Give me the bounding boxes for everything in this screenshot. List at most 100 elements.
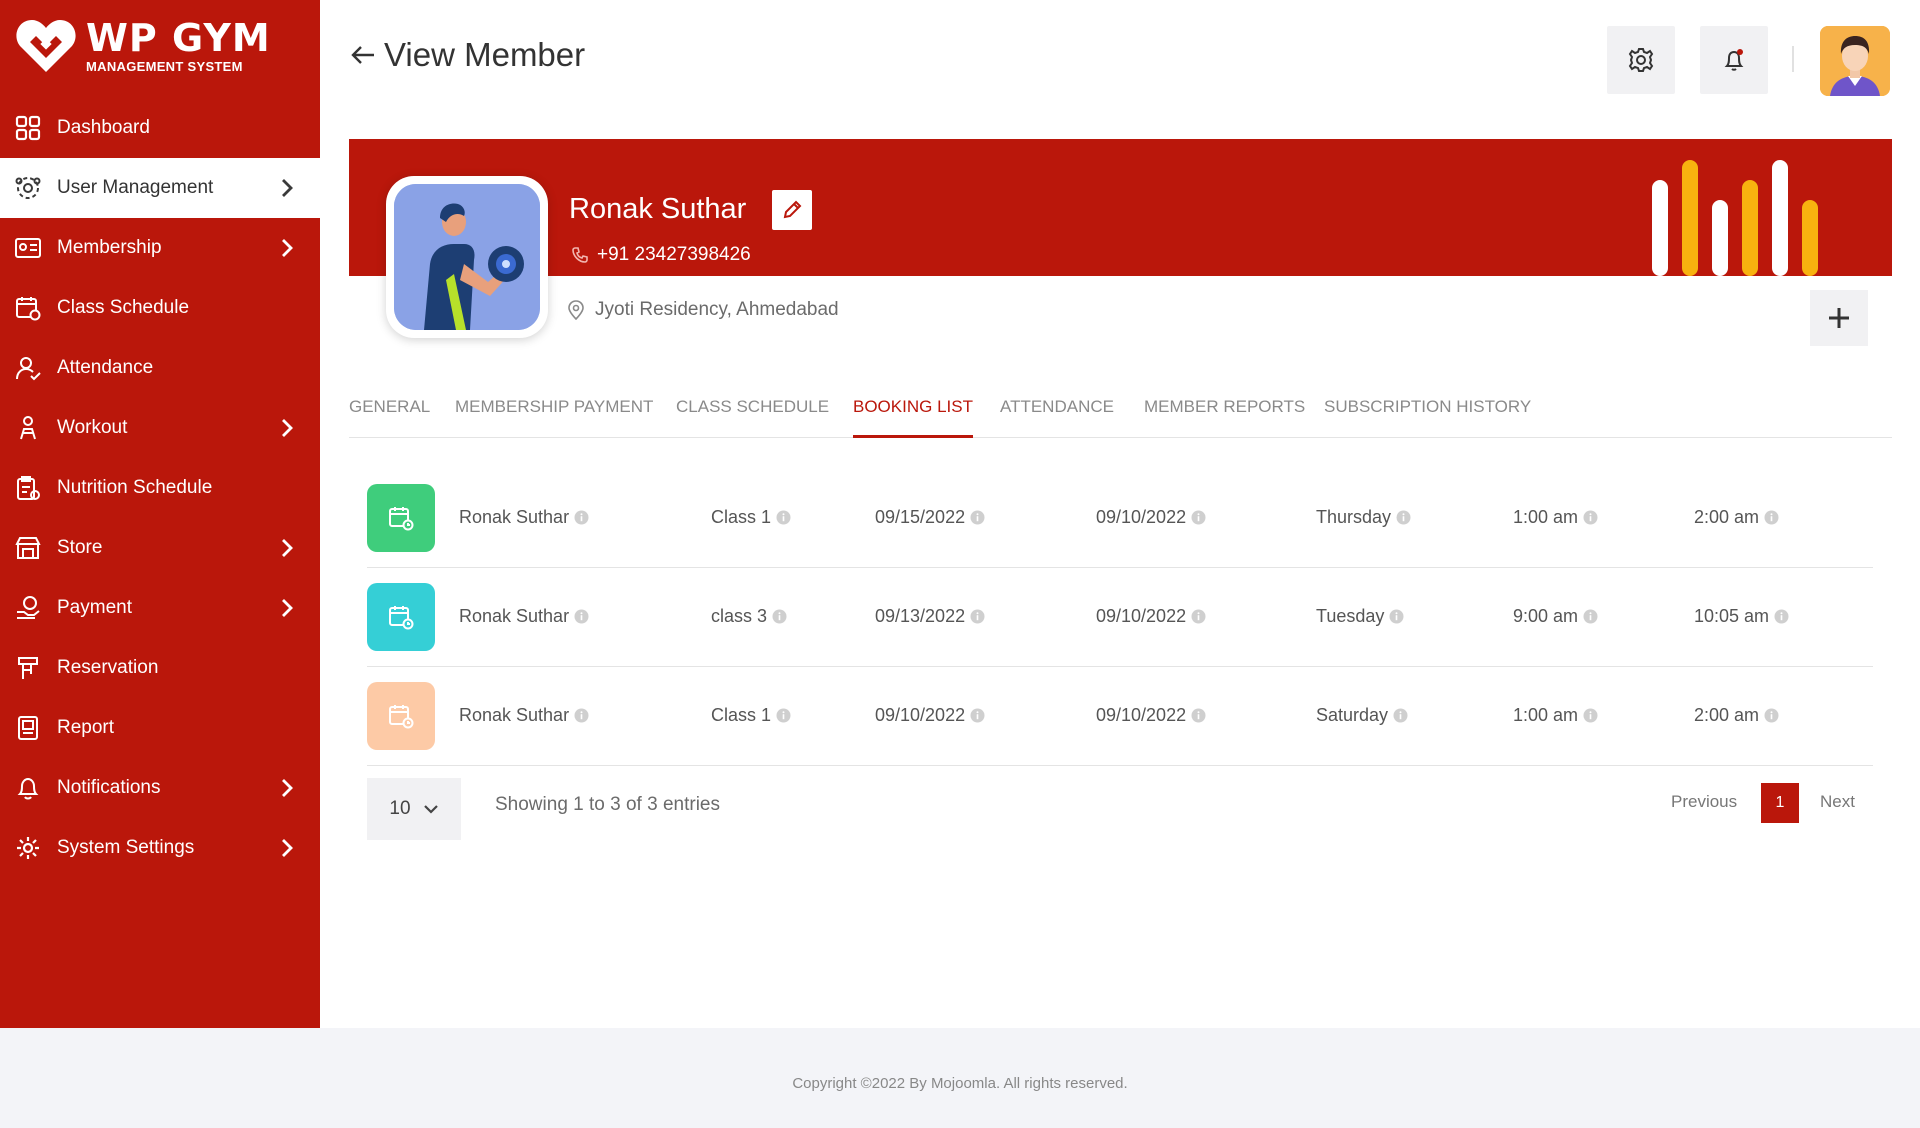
info-icon <box>970 609 985 624</box>
location-pin-icon <box>568 300 584 320</box>
users-gear-icon <box>13 173 43 203</box>
tab-attendance[interactable]: ATTENDANCE <box>1000 396 1114 438</box>
info-icon <box>1191 510 1206 525</box>
footer: Copyright ©2022 By Mojoomla. All rights … <box>0 1028 1920 1128</box>
sidebar-item-reservation[interactable]: Reservation <box>0 638 320 698</box>
page-number-button[interactable]: 1 <box>1761 783 1799 823</box>
report-icon <box>13 713 43 743</box>
booking-class-date: 09/13/2022 <box>875 606 985 627</box>
sidebar-item-attendance[interactable]: Attendance <box>0 338 320 398</box>
top-header: View Member <box>320 0 1920 120</box>
booking-calendar-icon <box>367 682 435 750</box>
add-button[interactable] <box>1810 290 1868 346</box>
booking-date: 09/10/2022 <box>1096 507 1206 528</box>
sidebar-item-membership[interactable]: Membership <box>0 218 320 278</box>
logo-heart-icon <box>14 16 78 76</box>
notifications-button[interactable] <box>1700 26 1768 94</box>
tab-booking-list[interactable]: BOOKING LIST <box>853 396 973 438</box>
info-icon <box>574 510 589 525</box>
membership-card-icon <box>13 233 43 263</box>
booking-end-time: 2:00 am <box>1694 705 1779 726</box>
chevron-right-icon <box>282 779 293 797</box>
phone-icon <box>572 247 588 263</box>
sidebar-item-label: Nutrition Schedule <box>57 477 213 498</box>
store-icon <box>13 533 43 563</box>
previous-page-button[interactable]: Previous <box>1671 792 1737 812</box>
info-icon <box>1393 708 1408 723</box>
tab-general[interactable]: GENERAL <box>349 396 430 438</box>
booking-start-time: 9:00 am <box>1513 606 1598 627</box>
info-icon <box>970 510 985 525</box>
tab-member-reports[interactable]: MEMBER REPORTS <box>1144 396 1305 438</box>
sidebar-item-class-schedule[interactable]: Class Schedule <box>0 278 320 338</box>
booking-day: Tuesday <box>1316 606 1404 627</box>
attendance-icon <box>13 353 43 383</box>
sidebar-item-label: Workout <box>57 417 128 438</box>
info-icon <box>1396 510 1411 525</box>
table-row[interactable]: Ronak Suthar class 3 09/13/2022 09/10/20… <box>367 568 1873 667</box>
booking-class-date: 09/10/2022 <box>875 705 985 726</box>
page-title: View Member <box>350 36 585 74</box>
table-row[interactable]: Ronak Suthar Class 1 09/15/2022 09/10/20… <box>367 469 1873 568</box>
booking-date: 09/10/2022 <box>1096 606 1206 627</box>
member-photo <box>386 176 548 338</box>
booking-end-time: 10:05 am <box>1694 606 1789 627</box>
table-row[interactable]: Ronak Suthar Class 1 09/10/2022 09/10/20… <box>367 667 1873 766</box>
dashboard-icon <box>13 113 43 143</box>
booking-start-time: 1:00 am <box>1513 705 1598 726</box>
sidebar-item-user-management[interactable]: User Management <box>0 158 320 218</box>
sidebar-nav: Dashboard User Management Membership Cla… <box>0 98 320 878</box>
info-icon <box>1774 609 1789 624</box>
sidebar-item-label: Attendance <box>57 357 154 378</box>
sidebar-item-payment[interactable]: Payment <box>0 578 320 638</box>
info-icon <box>776 510 791 525</box>
logo[interactable]: WP GYM MANAGEMENT SYSTEM <box>14 16 271 76</box>
page-size-select[interactable]: 10 <box>367 778 461 840</box>
sidebar-item-nutrition-schedule[interactable]: Nutrition Schedule <box>0 458 320 518</box>
tab-membership-payment[interactable]: MEMBERSHIP PAYMENT <box>455 396 653 438</box>
sidebar-item-label: Store <box>57 537 103 558</box>
info-icon <box>1764 708 1779 723</box>
sidebar: WP GYM MANAGEMENT SYSTEM Dashboard User … <box>0 0 320 1028</box>
payment-icon <box>13 593 43 623</box>
chevron-right-icon <box>282 419 293 437</box>
sidebar-item-store[interactable]: Store <box>0 518 320 578</box>
sidebar-item-system-settings[interactable]: System Settings <box>0 818 320 878</box>
member-address-text: Jyoti Residency, Ahmedabad <box>595 299 839 320</box>
tab-class-schedule[interactable]: CLASS SCHEDULE <box>676 396 829 438</box>
sidebar-item-label: Report <box>57 717 115 738</box>
sidebar-item-workout[interactable]: Workout <box>0 398 320 458</box>
settings-button[interactable] <box>1607 26 1675 94</box>
copyright-text: Copyright ©2022 By Mojoomla. All rights … <box>792 1075 1128 1092</box>
booking-date: 09/10/2022 <box>1096 705 1206 726</box>
next-page-button[interactable]: Next <box>1820 792 1855 812</box>
chevron-right-icon <box>282 179 293 197</box>
info-icon <box>574 708 589 723</box>
back-arrow-icon[interactable] <box>350 42 376 68</box>
page-size-value: 10 <box>389 798 411 819</box>
booking-end-time: 2:00 am <box>1694 507 1779 528</box>
booking-member: Ronak Suthar <box>459 705 589 726</box>
info-icon <box>1191 708 1206 723</box>
info-icon <box>1583 609 1598 624</box>
booking-calendar-icon <box>367 583 435 651</box>
tab-subscription-history[interactable]: SUBSCRIPTION HISTORY <box>1324 396 1531 438</box>
bell-icon <box>13 773 43 803</box>
sidebar-item-label: Notifications <box>57 777 161 798</box>
sidebar-item-notifications[interactable]: Notifications <box>0 758 320 818</box>
avatar[interactable] <box>1820 26 1890 96</box>
sidebar-item-dashboard[interactable]: Dashboard <box>0 98 320 158</box>
sidebar-item-report[interactable]: Report <box>0 698 320 758</box>
sidebar-item-label: Reservation <box>57 657 159 678</box>
gear-icon <box>13 833 43 863</box>
booking-class: Class 1 <box>711 705 791 726</box>
info-icon <box>1764 510 1779 525</box>
reservation-icon <box>13 653 43 683</box>
chevron-right-icon <box>282 839 293 857</box>
header-divider <box>1792 46 1794 72</box>
edit-member-button[interactable] <box>772 190 812 230</box>
booking-list: Ronak Suthar Class 1 09/15/2022 09/10/20… <box>367 469 1873 766</box>
brand-subtitle: MANAGEMENT SYSTEM <box>86 58 243 74</box>
page-title-text: View Member <box>384 36 586 73</box>
bell-icon <box>1724 49 1744 71</box>
